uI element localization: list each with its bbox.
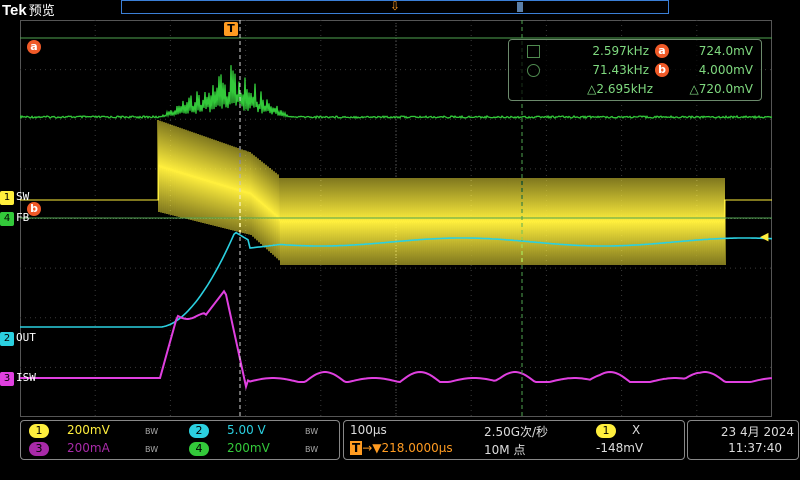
sample-rate: 2.50G次/秒: [484, 425, 549, 439]
ch1-bw-icon: BW: [145, 427, 159, 436]
cursor-delta-value: △720.0mV: [689, 82, 753, 96]
timebase: 100µs: [350, 423, 387, 437]
top-bar: Tek 预览 ⇩: [0, 0, 800, 19]
ch2-tag[interactable]: 2 OUT: [0, 331, 36, 346]
cursor-b-badge: b: [655, 63, 669, 77]
cursor-delta-frequency: △2.695kHz: [587, 82, 653, 96]
ch1-badge[interactable]: 1: [29, 424, 49, 438]
ch4-scale: 200mV: [227, 441, 270, 455]
ch2-scale: 5.00 V: [227, 423, 266, 437]
ch1-scale: 200mV: [67, 423, 110, 437]
status-bar: 1 200mV BW 2 5.00 V BW 3 200mA BW 4 200m…: [0, 418, 800, 480]
ch2-number: 2: [0, 332, 14, 346]
trigger-slope-icon: X: [632, 423, 641, 437]
ch4-bw-icon: BW: [305, 445, 319, 454]
cursor-delta-row: △2.695kHz △720.0mV: [509, 80, 761, 98]
ch3-scale: 200mA: [67, 441, 110, 455]
date: 23 4月 2024: [720, 425, 794, 439]
ch4-badge[interactable]: 4: [189, 442, 209, 456]
ch4-tag[interactable]: 4 FB: [0, 211, 30, 226]
record-length: 10M 点: [484, 443, 526, 457]
ch3-tag[interactable]: 3 ISW: [0, 371, 36, 386]
cursor-a-value: 724.0mV: [698, 44, 753, 58]
ch1-tag[interactable]: 1 SW: [0, 190, 30, 205]
trigger-level-arrow[interactable]: ◀: [760, 230, 768, 243]
datetime-panel: 23 4月 2024 11:37:40: [687, 420, 799, 460]
ch1-label: SW: [16, 190, 30, 203]
square-cursor-icon: [527, 45, 540, 58]
cursor-b-frequency: 71.43kHz: [592, 63, 649, 77]
ch3-number: 3: [0, 372, 14, 386]
time: 11:37:40: [728, 441, 782, 455]
brand-logo: Tek 预览: [2, 2, 55, 19]
ch4-number: 4: [0, 212, 14, 226]
ch4-label: FB: [16, 211, 30, 224]
circle-cursor-icon: [527, 64, 540, 77]
cursor-a-marker[interactable]: a: [27, 40, 41, 54]
cursor-a-badge: a: [655, 44, 669, 58]
cursor-b-row: 71.43kHz b 4.000mV: [509, 61, 761, 79]
trigger-t-icon: T: [350, 441, 363, 455]
ch2-bw-icon: BW: [305, 427, 319, 436]
trigger-position-icon: ⇩: [390, 0, 401, 13]
cursor-a-frequency: 2.597kHz: [592, 44, 649, 58]
trigger-source-badge[interactable]: 1: [596, 424, 616, 438]
horizontal-panel[interactable]: 100µs T →▼218.0000µs 2.50G次/秒 10M 点 1 X -…: [343, 420, 685, 460]
trigger-position: T →▼218.0000µs: [350, 441, 453, 455]
cursor-a-row: 2.597kHz a 724.0mV: [509, 42, 761, 60]
trigger-marker[interactable]: T: [224, 22, 238, 36]
ch1-number: 1: [0, 191, 14, 205]
record-window[interactable]: [517, 2, 523, 12]
trigger-level: -148mV: [596, 441, 644, 455]
ch3-bw-icon: BW: [145, 445, 159, 454]
ch3-label: ISW: [16, 371, 36, 384]
mode-label: 预览: [28, 3, 55, 18]
ch2-badge[interactable]: 2: [189, 424, 209, 438]
ch3-badge[interactable]: 3: [29, 442, 49, 456]
cursor-b-value: 4.000mV: [698, 63, 753, 77]
cursor-readout[interactable]: 2.597kHz a 724.0mV 71.43kHz b 4.000mV △2…: [508, 39, 762, 101]
ch2-label: OUT: [16, 331, 36, 344]
channel-settings-panel[interactable]: 1 200mV BW 2 5.00 V BW 3 200mA BW 4 200m…: [20, 420, 340, 460]
